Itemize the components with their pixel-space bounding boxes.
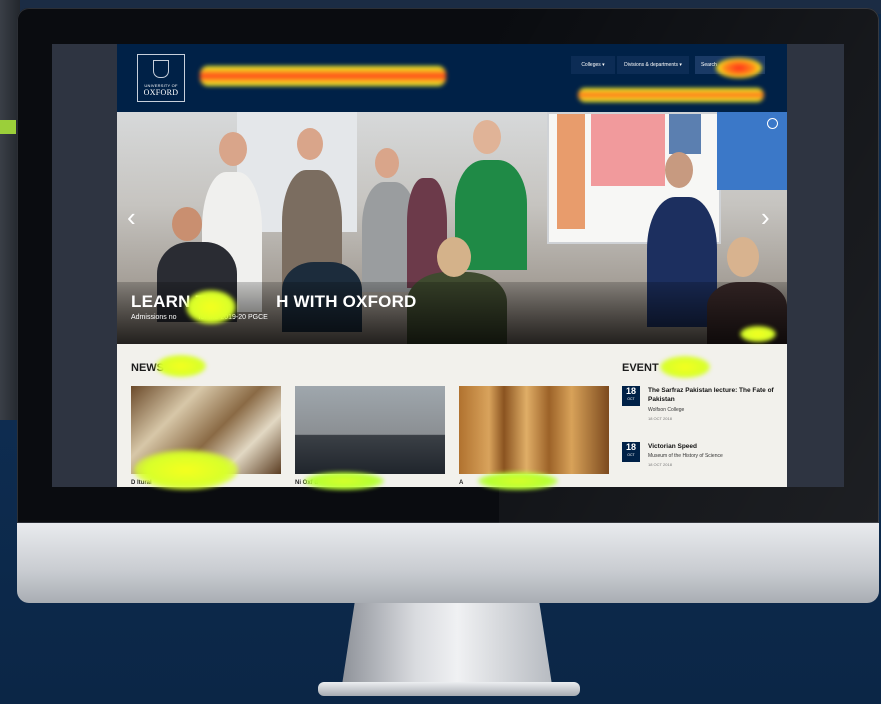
hero-person-head xyxy=(727,237,759,277)
event-venue: Museum of the History of Science xyxy=(648,453,723,459)
heatmap-spot xyxy=(200,66,446,86)
nav-colleges[interactable]: Colleges ▾ xyxy=(571,56,615,74)
heatmap-spot xyxy=(478,472,558,490)
event-date: 18 OCT 2018 xyxy=(648,416,672,421)
hero-person-head xyxy=(297,128,323,160)
event-month: OCT xyxy=(627,397,635,401)
carousel-pause-icon[interactable] xyxy=(767,118,778,129)
carousel-prev-arrow[interactable]: ‹ xyxy=(127,204,136,230)
hero-person-head xyxy=(172,207,202,241)
event-day: 18 xyxy=(625,442,636,452)
news-image-temple[interactable] xyxy=(459,386,609,474)
event-date-badge: 18 OCT xyxy=(622,442,640,462)
hero-person-head xyxy=(375,148,399,178)
hero-person-head xyxy=(437,237,471,277)
crest-icon xyxy=(153,60,169,78)
heatmap-spot xyxy=(156,355,206,377)
monitor-stand xyxy=(342,603,552,685)
events-heading: EVENT xyxy=(622,362,659,374)
hero-subtitle-start: Admissions no xyxy=(131,314,177,321)
background-strip xyxy=(0,120,16,134)
event-item[interactable]: 18 OCT Victorian Speed Museum of the His… xyxy=(622,442,782,474)
heatmap-spot xyxy=(740,326,776,342)
hero-title[interactable]: LEARN TH WITH OXFORD xyxy=(131,292,417,312)
monitor-screen: UNIVERSITY OF OXFORD Colleges ▾ Division… xyxy=(52,44,844,487)
event-title[interactable]: The Sarfraz Pakistan lecture: The Fate o… xyxy=(648,386,782,404)
heatmap-spot xyxy=(304,472,384,490)
event-venue: Wolfson College xyxy=(648,407,685,413)
event-date-badge: 18 OCT xyxy=(622,386,640,406)
oxford-homepage: UNIVERSITY OF OXFORD Colleges ▾ Division… xyxy=(117,44,787,487)
carousel-next-arrow[interactable]: › xyxy=(761,204,770,230)
heatmap-spot xyxy=(660,356,710,378)
heatmap-spot xyxy=(134,450,238,490)
event-date: 18 OCT 2018 xyxy=(648,462,672,467)
heatmap-spot xyxy=(186,290,236,324)
event-month: OCT xyxy=(627,453,635,457)
logo-oxford-text: OXFORD xyxy=(143,88,179,97)
heatmap-spot xyxy=(578,88,764,102)
monitor-stand-base xyxy=(318,682,580,696)
heatmap-spot xyxy=(716,58,762,78)
hero-person-head xyxy=(473,120,501,154)
hero-poster xyxy=(669,114,701,154)
nav-divisions-departments[interactable]: Divisions & departments ▾ xyxy=(617,56,689,74)
event-day: 18 xyxy=(625,386,636,396)
news-image-group-photo[interactable] xyxy=(295,386,445,474)
hero-person-head xyxy=(219,132,247,166)
hero-poster xyxy=(591,114,665,186)
oxford-logo[interactable]: UNIVERSITY OF OXFORD xyxy=(137,54,185,102)
hero-title-end: H WITH OXFORD xyxy=(276,292,417,311)
hero-poster xyxy=(557,114,585,229)
event-item[interactable]: 18 OCT The Sarfraz Pakistan lecture: The… xyxy=(622,386,782,426)
event-title[interactable]: Victorian Speed xyxy=(648,442,782,451)
monitor-chin xyxy=(17,523,879,603)
hero-person-head xyxy=(665,152,693,188)
